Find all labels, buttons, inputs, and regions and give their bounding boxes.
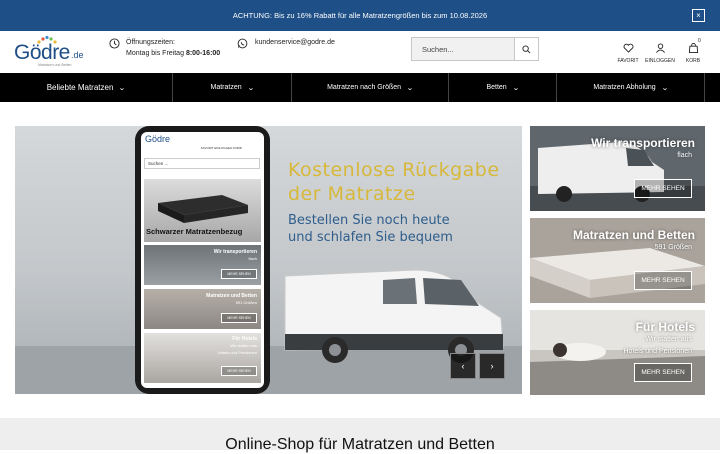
- phone-card4-title: Für Hotels: [232, 336, 257, 342]
- hero-slider[interactable]: Kostenlose Rückgabe der Matratze Bestell…: [15, 126, 522, 394]
- logo-text: Gödre: [14, 41, 70, 64]
- nav-item-label: Betten: [486, 84, 507, 91]
- nav-item-matratzen-nach-groessen[interactable]: Matratzen nach Größen ⌄: [292, 73, 449, 102]
- nav-item-matratzen[interactable]: Matratzen ⌄: [173, 73, 292, 102]
- close-icon[interactable]: ×: [692, 9, 705, 22]
- phone-card-transport: Wir transportieren flach MEHR SEHEN: [144, 245, 261, 285]
- phone-card2-button: MEHR SEHEN: [221, 269, 257, 279]
- promo-transport-button[interactable]: MEHR SEHEN: [634, 179, 692, 198]
- promo-mattresses-sub: 591 Größen: [654, 244, 692, 251]
- phone-card4-button: MEHR SEHEN: [221, 366, 257, 376]
- promo-hotels-button[interactable]: MEHR SEHEN: [634, 363, 692, 382]
- nav-item-label: Matratzen nach Größen: [327, 84, 402, 91]
- nav-item-matratzen-abholung[interactable]: Matratzen Abholung ⌄: [557, 73, 705, 102]
- promo-hotels-sub2: Hotels und Pensionen: [623, 348, 693, 355]
- nav-item-label: Matratzen: [210, 84, 242, 91]
- phone-card3-button: MEHR SEHEN: [221, 313, 257, 323]
- phone-screen: Gödre FAVORIT EINLOGGEN KORB Suchen ... …: [141, 132, 264, 388]
- phone-card2-sub: flach: [248, 256, 257, 261]
- phone-card-mattress-cover: Schwarzer Matratzenbezug: [144, 179, 261, 242]
- logo-tld: .de: [71, 50, 84, 60]
- chevron-down-icon: ⌄: [246, 84, 255, 92]
- whatsapp-icon: [237, 38, 248, 49]
- phone-card-beds: Matratzen und Betten 591 Größen MEHR SEH…: [144, 289, 261, 329]
- slider-next-button[interactable]: ›: [479, 353, 505, 379]
- hero-sub-line-2: und schlafen Sie bequem: [288, 230, 453, 245]
- promo-transport[interactable]: Wir transportieren flach MEHR SEHEN: [530, 126, 705, 211]
- site-header: Gödre .de Matratzen und Betten Öffnungsz…: [0, 31, 720, 73]
- nav-item-beliebte-matratzen[interactable]: Beliebte Matratzen ⌄: [0, 73, 173, 102]
- phone-card3-sub: 591 Größen: [235, 300, 257, 305]
- nav-item-label: Beliebte Matratzen: [46, 83, 114, 92]
- main-nav: Beliebte Matratzen ⌄ Matratzen ⌄ Matratzen…: [0, 73, 720, 102]
- logo[interactable]: Gödre .de Matratzen und Betten: [14, 35, 94, 69]
- promo-transport-sub: flach: [677, 152, 692, 159]
- nav-item-label: Matratzen Abholung: [593, 84, 656, 91]
- phone-card3-title: Matratzen und Betten: [206, 293, 257, 299]
- phone-card2-title: Wir transportieren: [213, 249, 257, 255]
- cart-count-badge: 0: [698, 38, 701, 44]
- promo-mattresses-title: Matratzen und Betten: [572, 228, 695, 242]
- logo-tagline: Matratzen und Betten: [38, 63, 72, 67]
- user-icon: [655, 43, 665, 53]
- van-image: [284, 269, 504, 363]
- cart-label: KORB: [685, 58, 701, 64]
- clock-icon: [109, 38, 120, 49]
- search-box: [411, 37, 539, 61]
- phone-card1-caption: Schwarzer Matratzenbezug: [146, 227, 243, 236]
- hero-sub-line-1: Bestellen Sie noch heute: [288, 213, 450, 228]
- bag-icon: [688, 43, 698, 53]
- phone-header-icons: FAVORIT EINLOGGEN KORB: [201, 146, 242, 150]
- chevron-down-icon: ⌄: [406, 84, 414, 92]
- phone-search: Suchen ...: [144, 158, 260, 169]
- hero-headline-line-1: Kostenlose Rückgabe: [288, 159, 500, 181]
- chevron-down-icon: ⌄: [660, 84, 669, 92]
- promo-mattresses-button[interactable]: MEHR SEHEN: [634, 271, 692, 290]
- section-title: Online-Shop für Matratzen und Betten: [225, 436, 495, 453]
- hours-value: Montag bis Freitag 8:00-16:00: [126, 48, 220, 59]
- promo-mattresses-beds[interactable]: Matratzen und Betten 591 Größen MEHR SEH…: [530, 218, 705, 303]
- announcement-bar: ACHTUNG: Bis zu 16% Rabatt für alle Matr…: [0, 0, 720, 31]
- announcement-text: ACHTUNG: Bis zu 16% Rabatt für alle Matr…: [232, 11, 488, 20]
- support-email[interactable]: kundenservice@godre.de: [255, 37, 335, 48]
- promo-hotels-title: Für Hotels: [635, 320, 695, 334]
- phone-card4-sub1: Wir statten aus: [230, 343, 257, 348]
- cart-link[interactable]: KORB 0: [673, 38, 713, 64]
- mattress-image: [158, 195, 248, 223]
- hero-headline-line-2: der Matratze: [288, 183, 416, 205]
- nav-item-betten[interactable]: Betten ⌄: [449, 73, 557, 102]
- hero-subheadline: Bestellen Sie noch heute und schlafen Si…: [288, 212, 453, 246]
- heart-icon: [623, 43, 633, 53]
- phone-logo: Gödre: [145, 134, 171, 144]
- promo-hotels-sub: Wir statten aus: [645, 336, 692, 343]
- hours-days: Montag bis Freitag: [126, 50, 184, 57]
- phone-card-hotels: Für Hotels Wir statten aus Hotels und Pe…: [144, 333, 261, 383]
- opening-hours: Öffnungszeiten: Montag bis Freitag 8:00-…: [126, 37, 220, 59]
- hours-time: 8:00-16:00: [185, 50, 221, 57]
- favorit-label: FAVORIT: [617, 58, 639, 64]
- chevron-down-icon: ⌄: [118, 84, 127, 92]
- phone-card4-sub2: Hotels und Pensionen: [217, 350, 257, 355]
- slider-prev-button[interactable]: ‹: [450, 353, 476, 379]
- login-label: EINLOGGEN: [645, 58, 675, 64]
- hero-headline: Kostenlose Rückgabe der Matratze: [288, 158, 500, 206]
- chevron-down-icon: ⌄: [511, 84, 520, 92]
- promo-hotels[interactable]: Für Hotels Wir statten aus Hotels und Pe…: [530, 310, 705, 395]
- search-button[interactable]: [514, 38, 538, 60]
- promo-transport-title: Wir transportieren: [591, 136, 695, 150]
- hours-label: Öffnungszeiten:: [126, 39, 175, 46]
- search-input[interactable]: [412, 38, 516, 60]
- search-icon: [522, 44, 531, 53]
